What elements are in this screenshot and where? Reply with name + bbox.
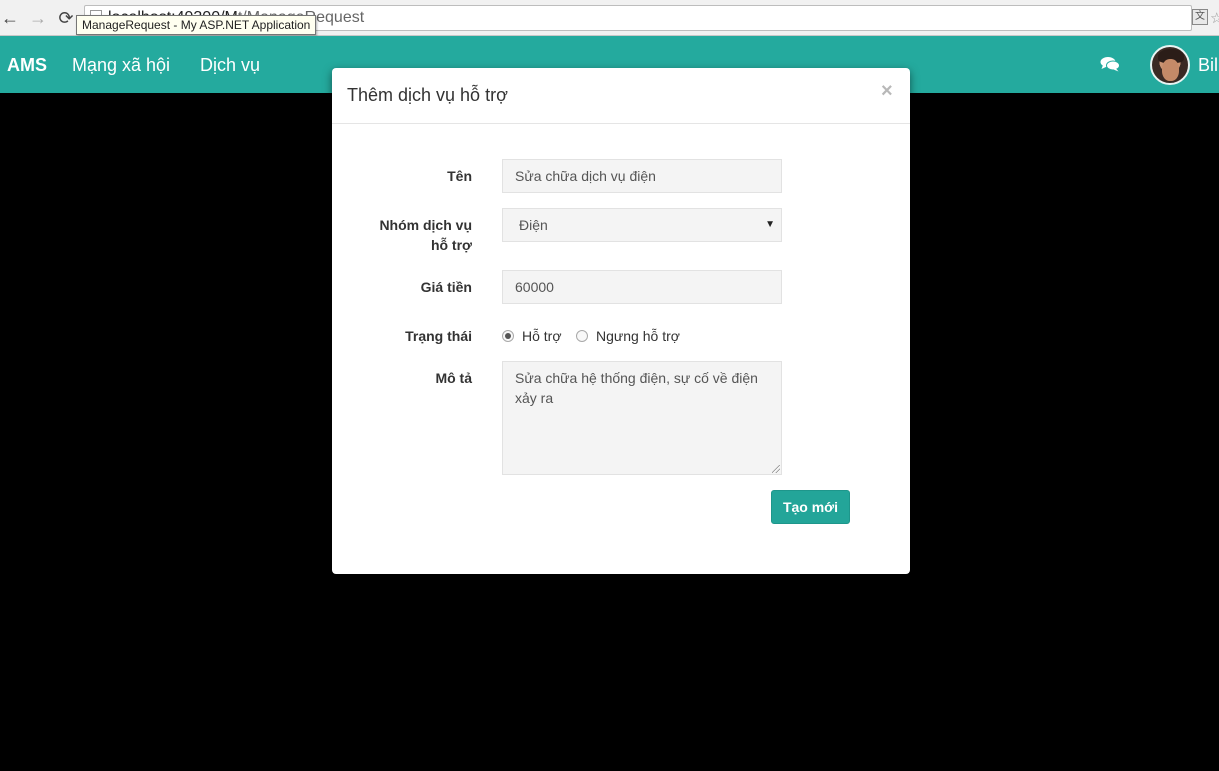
avatar-face	[1162, 59, 1179, 81]
description-label: Mô tả	[435, 370, 472, 386]
reload-icon[interactable]: ⟳	[56, 8, 76, 28]
browser-toolbar: ← → ⟳ localhost:49300/Mt/ManageRequest 文…	[0, 0, 1219, 36]
price-label: Giá tiền	[420, 279, 472, 295]
radio-checked-icon[interactable]	[502, 330, 514, 342]
add-service-modal: Thêm dịch vụ hỗ trợ × Tên Sửa chữa dịch …	[332, 68, 910, 574]
user-avatar[interactable]	[1150, 45, 1190, 85]
group-label-line1: Nhóm dịch vụ	[379, 217, 472, 233]
modal-header: Thêm dịch vụ hỗ trợ ×	[332, 68, 910, 124]
name-input[interactable]: Sửa chữa dịch vụ điện	[502, 159, 782, 193]
back-arrow-icon[interactable]: ←	[0, 8, 20, 28]
nav-link-social[interactable]: Mạng xã hội	[72, 55, 170, 76]
radio-unchecked-icon[interactable]	[576, 330, 588, 342]
price-input[interactable]: 60000	[502, 270, 782, 304]
modal-title: Thêm dịch vụ hỗ trợ	[347, 85, 508, 105]
status-label: Trạng thái	[405, 328, 472, 344]
close-icon[interactable]: ×	[881, 81, 893, 101]
create-button[interactable]: Tạo mới	[771, 490, 850, 524]
status-option-stop: Ngưng hỗ trợ	[596, 328, 680, 344]
description-text: Sửa chữa hệ thống điện, sự cố về điện xả…	[515, 370, 758, 406]
user-name[interactable]: Bil	[1198, 55, 1218, 76]
status-option-support: Hỗ trợ	[522, 328, 562, 344]
service-group-select[interactable]: Điện ▼	[502, 208, 782, 242]
group-label-line2: hỗ trợ	[430, 237, 472, 253]
translate-icon[interactable]: 文	[1192, 9, 1208, 25]
status-radio-stop[interactable]: Ngưng hỗ trợ	[576, 326, 706, 346]
tab-tooltip: ManageRequest - My ASP.NET Application	[76, 15, 317, 35]
caret-down-icon: ▼	[765, 219, 775, 230]
resize-grip-icon[interactable]	[772, 465, 780, 473]
status-radio-support[interactable]: Hỗ trợ	[502, 326, 582, 346]
bookmark-star-icon[interactable]: ☆	[1210, 9, 1219, 27]
nav-link-services[interactable]: Dịch vụ	[200, 55, 260, 76]
service-group-selected: Điện	[519, 217, 548, 233]
name-label: Tên	[447, 168, 472, 184]
chat-icon[interactable]	[1100, 56, 1120, 72]
brand-logo[interactable]: AMS	[7, 55, 47, 76]
forward-arrow-icon[interactable]: →	[28, 8, 48, 28]
description-textarea[interactable]: Sửa chữa hệ thống điện, sự cố về điện xả…	[502, 361, 782, 475]
